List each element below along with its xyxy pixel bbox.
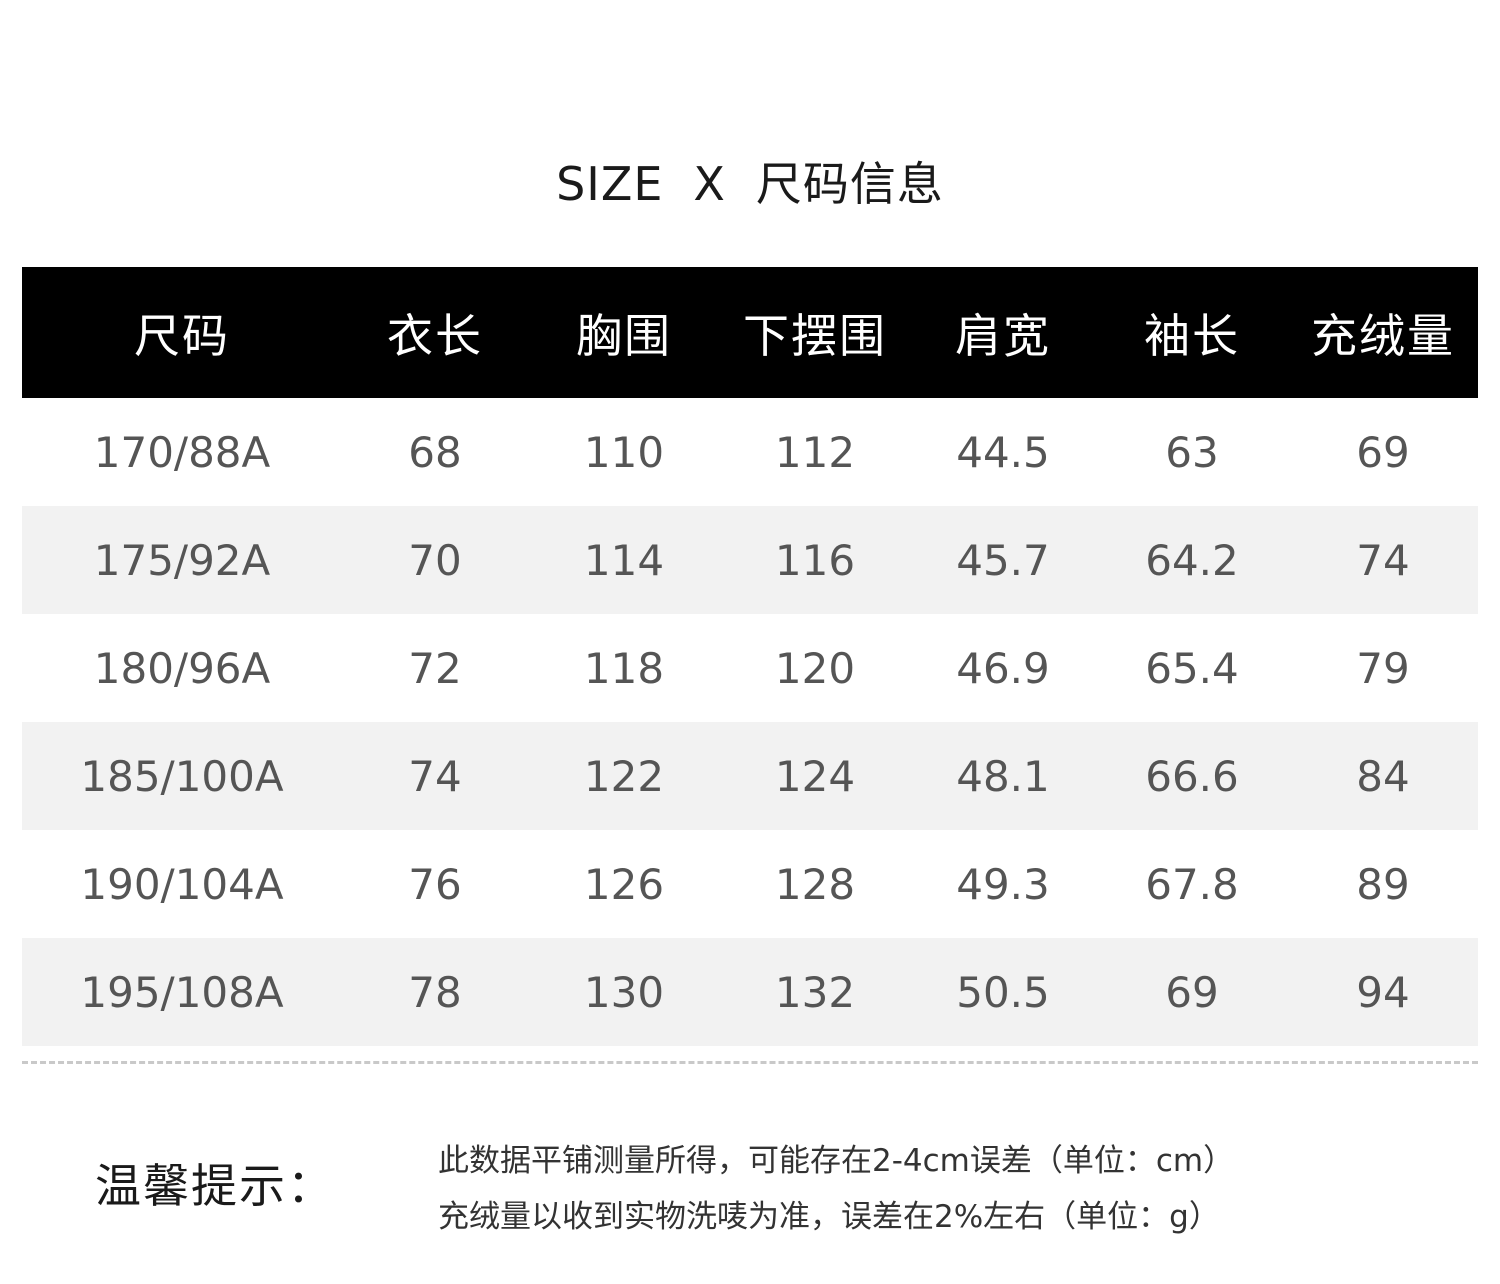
tips-notes: 此数据平铺测量所得，可能存在2-4cm误差（单位：cm） 充绒量以收到实物洗唛为… [438, 1133, 1234, 1245]
header-size: 尺码 [134, 308, 230, 363]
cell-hem: 128 [774, 859, 856, 909]
cell-chest: 110 [583, 427, 665, 477]
cell-down-fill: 74 [1356, 535, 1410, 585]
cell-chest: 114 [583, 535, 665, 585]
title-cn-text: 尺码信息 [755, 157, 944, 211]
tip-line-down-fill: 充绒量以收到实物洗唛为准，误差在2%左右（单位：g） [438, 1199, 1220, 1235]
cell-length: 76 [408, 859, 462, 909]
cell-down-fill: 69 [1356, 427, 1410, 477]
table-row: 170/88A 68 110 112 44.5 63 69 [22, 398, 1478, 506]
table-row: 195/108A 78 130 132 50.5 69 94 [22, 938, 1478, 1046]
cell-chest: 118 [583, 643, 665, 693]
cell-size: 180/96A [93, 643, 271, 693]
cell-down-fill: 89 [1356, 859, 1410, 909]
header-shoulder: 肩宽 [955, 308, 1051, 363]
cell-hem: 132 [774, 967, 856, 1017]
cell-size: 170/88A [93, 427, 271, 477]
cell-length: 74 [408, 751, 462, 801]
cell-shoulder: 45.7 [956, 535, 1050, 585]
tips-label: 温馨提示： [95, 1159, 335, 1213]
cell-size: 195/108A [80, 967, 284, 1017]
cell-sleeve: 64.2 [1145, 535, 1239, 585]
cell-chest: 122 [583, 751, 665, 801]
cell-size: 190/104A [80, 859, 284, 909]
title-separator: X [693, 157, 726, 211]
cell-size: 175/92A [93, 535, 271, 585]
cell-down-fill: 84 [1356, 751, 1410, 801]
header-chest: 胸围 [576, 308, 672, 363]
cell-sleeve: 63 [1165, 427, 1219, 477]
table-row: 190/104A 76 126 128 49.3 67.8 89 [22, 830, 1478, 938]
cell-size: 185/100A [80, 751, 284, 801]
cell-length: 70 [408, 535, 462, 585]
cell-sleeve: 67.8 [1145, 859, 1239, 909]
header-length: 衣长 [387, 308, 483, 363]
cell-hem: 124 [774, 751, 856, 801]
cell-down-fill: 79 [1356, 643, 1410, 693]
cell-length: 78 [408, 967, 462, 1017]
cell-length: 68 [408, 427, 462, 477]
cell-shoulder: 48.1 [956, 751, 1050, 801]
cell-shoulder: 49.3 [956, 859, 1050, 909]
title-size-text: SIZE [556, 157, 664, 211]
table-row: 175/92A 70 114 116 45.7 64.2 74 [22, 506, 1478, 614]
cell-shoulder: 46.9 [956, 643, 1050, 693]
table-row: 185/100A 74 122 124 48.1 66.6 84 [22, 722, 1478, 830]
cell-down-fill: 94 [1356, 967, 1410, 1017]
cell-sleeve: 65.4 [1145, 643, 1239, 693]
cell-sleeve: 66.6 [1145, 751, 1239, 801]
cell-hem: 112 [774, 427, 856, 477]
tip-line-measurement: 此数据平铺测量所得，可能存在2-4cm误差（单位：cm） [438, 1143, 1235, 1179]
size-table: 尺码 衣长 胸围 下摆围 肩宽 袖长 充绒量 170/88A 68 110 11… [22, 267, 1478, 1046]
cell-hem: 120 [774, 643, 856, 693]
header-hem: 下摆围 [743, 308, 887, 363]
cell-shoulder: 44.5 [956, 427, 1050, 477]
header-sleeve: 袖长 [1144, 308, 1240, 363]
cell-shoulder: 50.5 [956, 967, 1050, 1017]
table-row: 180/96A 72 118 120 46.9 65.4 79 [22, 614, 1478, 722]
header-down-fill: 充绒量 [1311, 308, 1455, 363]
cell-hem: 116 [774, 535, 856, 585]
table-header-row: 尺码 衣长 胸围 下摆围 肩宽 袖长 充绒量 [22, 267, 1478, 398]
page-title: SIZE X 尺码信息 [0, 148, 1500, 214]
cell-chest: 126 [583, 859, 665, 909]
dashed-divider [22, 1061, 1478, 1064]
cell-chest: 130 [583, 967, 665, 1017]
cell-sleeve: 69 [1165, 967, 1219, 1017]
cell-length: 72 [408, 643, 462, 693]
